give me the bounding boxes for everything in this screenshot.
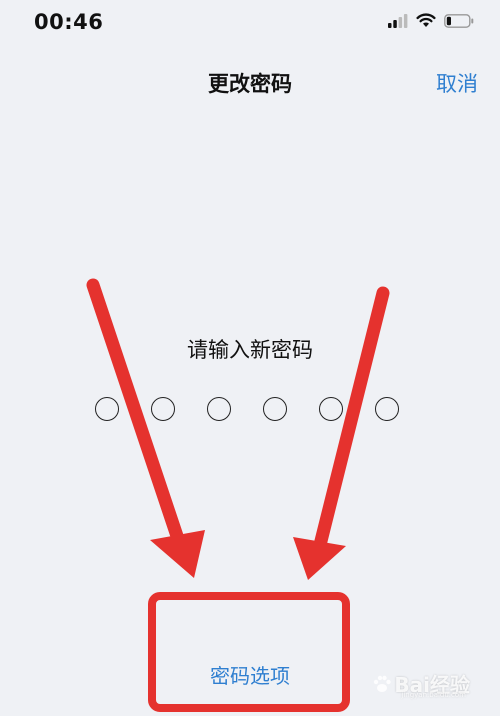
passcode-dot [95,397,119,421]
highlight-box [148,592,350,712]
passcode-dot [375,397,399,421]
baidu-watermark: Bai经验 jingyan.baidu.com [372,669,470,699]
status-icons [388,13,474,28]
watermark-url: jingyan.baidu.com [401,691,466,699]
paw-icon [374,675,392,692]
cancel-button[interactable]: 取消 [436,68,478,98]
status-bar: 00:46 [0,0,500,48]
nav-bar: 更改密码 取消 [0,62,500,102]
wifi-icon [416,13,436,27]
signal-icon [388,13,408,28]
page-title: 更改密码 [208,72,292,96]
passcode-dot [319,397,343,421]
status-time: 00:46 [34,10,104,34]
arrow-left-icon [86,278,205,578]
passcode-prompt: 请输入新密码 [187,338,313,362]
passcode-dots [95,397,401,423]
battery-icon [444,13,474,28]
passcode-dot [263,397,287,421]
passcode-dot [151,397,175,421]
passcode-dot [207,397,231,421]
